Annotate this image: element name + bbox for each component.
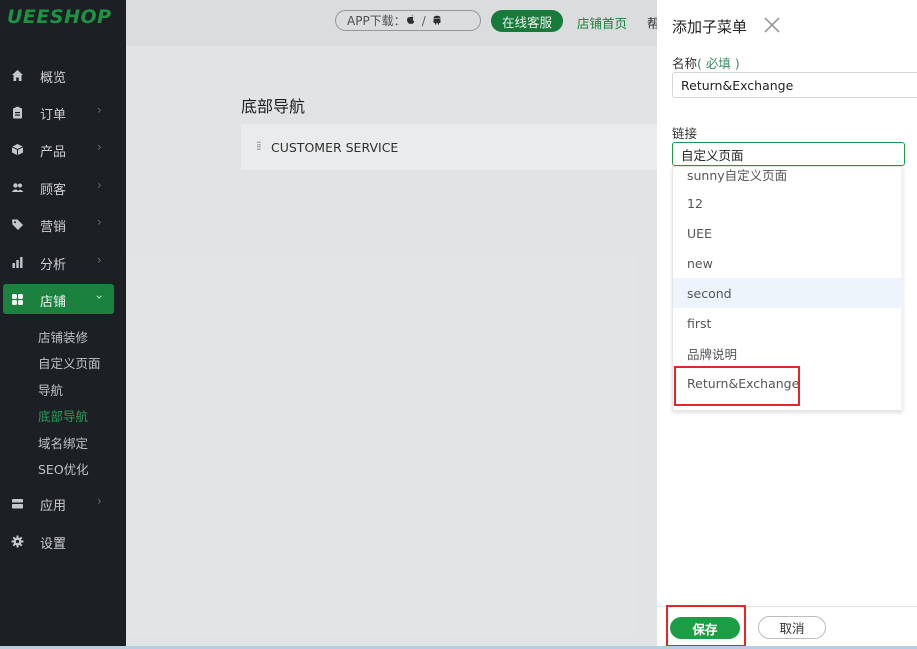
sidebar: UEESHOP 概览 订单 › 产品 › 顾客 › 营销 › 分析 › 店铺 ›… bbox=[0, 0, 126, 649]
close-icon[interactable] bbox=[762, 15, 782, 35]
help-link[interactable]: 帮 bbox=[647, 13, 657, 32]
dropdown-option[interactable]: second bbox=[673, 278, 902, 308]
add-submenu-panel: 添加子菜单 名称( 必填 ) 链接 自定义页面 sunny自定义页面 12 UE… bbox=[657, 0, 917, 649]
footer-nav-row-label: CUSTOMER SERVICE bbox=[271, 140, 399, 155]
required-hint: ( 必填 ) bbox=[697, 56, 740, 71]
dropdown-option[interactable]: 12 bbox=[673, 188, 902, 218]
sidebar-item-analytics[interactable]: 分析 › bbox=[0, 247, 126, 277]
sidebar-item-products[interactable]: 产品 › bbox=[0, 134, 126, 164]
logo: UEESHOP bbox=[7, 6, 112, 28]
app-download[interactable]: APP下载： / bbox=[335, 10, 481, 31]
sidebar-item-label: 分析 bbox=[40, 258, 67, 273]
store-home-link[interactable]: 店铺首页 bbox=[577, 13, 627, 32]
name-label-text: 名称 bbox=[672, 56, 698, 71]
home-icon bbox=[11, 69, 24, 82]
sidebar-subitem-navigation[interactable]: 导航 bbox=[38, 380, 63, 399]
sidebar-item-store[interactable]: 店铺 › bbox=[3, 284, 114, 314]
box-icon bbox=[11, 143, 24, 156]
name-input[interactable] bbox=[672, 72, 917, 98]
link-field-label: 链接 bbox=[672, 126, 698, 141]
save-button[interactable]: 保存 bbox=[670, 617, 740, 639]
sidebar-item-marketing[interactable]: 营销 › bbox=[0, 209, 126, 239]
chevron-right-icon: › bbox=[97, 103, 102, 117]
sidebar-subitem-footer-nav[interactable]: 底部导航 bbox=[38, 406, 88, 425]
sidebar-item-label: 应用 bbox=[40, 499, 67, 514]
dropdown-option[interactable]: 品牌说明 bbox=[673, 338, 902, 368]
sidebar-subitem-domain[interactable]: 域名绑定 bbox=[38, 433, 88, 452]
dropdown-option[interactable]: Return&Exchange bbox=[673, 368, 902, 398]
chevron-right-icon: › bbox=[97, 215, 102, 229]
page-title: 底部导航 bbox=[241, 97, 306, 116]
sidebar-item-label: 概览 bbox=[40, 71, 67, 86]
android-icon[interactable] bbox=[432, 14, 442, 28]
tag-icon bbox=[11, 218, 24, 231]
chevron-right-icon: › bbox=[97, 494, 102, 508]
dropdown-option[interactable]: first bbox=[673, 308, 902, 338]
users-icon bbox=[11, 181, 24, 194]
sidebar-item-apps[interactable]: 应用 › bbox=[0, 488, 126, 518]
sidebar-subitem-custom-pages[interactable]: 自定义页面 bbox=[38, 353, 101, 372]
drag-handle-icon[interactable]: ⁞⁞ bbox=[256, 139, 261, 153]
online-service-button[interactable]: 在线客服 bbox=[491, 10, 563, 32]
sidebar-item-overview[interactable]: 概览 bbox=[0, 60, 126, 90]
clipboard-icon bbox=[11, 106, 24, 119]
link-dropdown: sunny自定义页面 12 UEE new second first 品牌说明 … bbox=[672, 166, 903, 411]
app-download-separator: / bbox=[421, 13, 426, 28]
sidebar-item-label: 产品 bbox=[40, 145, 67, 160]
top-bar: APP下载： / 在线客服 店铺首页 帮 bbox=[126, 0, 657, 46]
chevron-right-icon: › bbox=[97, 253, 102, 267]
cancel-button[interactable]: 取消 bbox=[758, 616, 826, 639]
dropdown-scrollbar[interactable] bbox=[901, 166, 903, 411]
apple-icon[interactable] bbox=[406, 14, 416, 28]
panel-footer: 保存 取消 bbox=[657, 606, 917, 649]
name-field-label: 名称( 必填 ) bbox=[672, 53, 740, 72]
panel-title: 添加子菜单 bbox=[672, 18, 748, 36]
sidebar-subitem-seo[interactable]: SEO优化 bbox=[38, 459, 89, 478]
chevron-right-icon: › bbox=[97, 178, 102, 192]
app-download-label: APP下载： bbox=[347, 14, 406, 28]
dropdown-option[interactable]: UEE bbox=[673, 218, 902, 248]
dropdown-option[interactable]: sunny自定义页面 bbox=[673, 167, 902, 189]
bar-chart-icon bbox=[11, 256, 24, 269]
grid-icon bbox=[11, 293, 24, 306]
link-select[interactable]: 自定义页面 bbox=[672, 142, 905, 166]
layers-icon bbox=[11, 497, 24, 510]
sidebar-item-label: 店铺 bbox=[40, 295, 67, 310]
dropdown-option[interactable]: new bbox=[673, 248, 902, 278]
sidebar-item-label: 营销 bbox=[40, 220, 67, 235]
sidebar-item-settings[interactable]: 设置 bbox=[0, 526, 126, 556]
chevron-right-icon: › bbox=[97, 140, 102, 154]
sidebar-item-label: 顾客 bbox=[40, 183, 67, 198]
sidebar-item-label: 订单 bbox=[40, 108, 67, 123]
sidebar-item-label: 设置 bbox=[40, 537, 67, 552]
sidebar-subitem-store-decor[interactable]: 店铺装修 bbox=[38, 327, 88, 346]
gear-icon bbox=[11, 535, 24, 548]
sidebar-item-orders[interactable]: 订单 › bbox=[0, 97, 126, 127]
chevron-down-icon: › bbox=[92, 294, 107, 300]
sidebar-item-customers[interactable]: 顾客 › bbox=[0, 172, 126, 202]
footer-nav-row[interactable]: ⁞⁞ CUSTOMER SERVICE bbox=[241, 124, 657, 170]
